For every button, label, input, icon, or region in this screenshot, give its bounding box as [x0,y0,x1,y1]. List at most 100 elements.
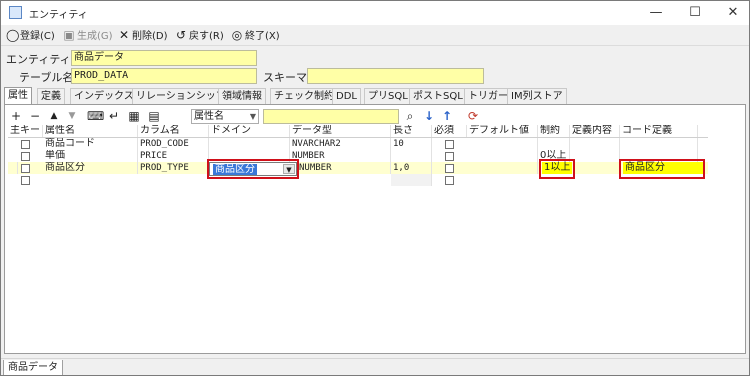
tab-trigger[interactable]: トリガー [464,88,512,104]
definition-cell[interactable] [570,162,620,174]
primary-key-checkbox[interactable] [21,164,30,173]
status-bar: 商品データ [1,358,749,375]
row-indicator [8,162,18,174]
find-next-icon[interactable]: ↓ [422,109,436,123]
enter-icon[interactable]: ↵ [107,109,121,123]
tab-check[interactable]: チェック制約 [270,88,338,104]
field-select[interactable]: 属性名 ▼ [191,109,259,124]
default-cell[interactable] [467,150,538,162]
primary-key-checkbox[interactable] [21,176,30,185]
required-checkbox[interactable] [445,164,454,173]
move-down-icon[interactable]: ▼ [65,109,79,123]
required-checkbox[interactable] [445,176,454,185]
data-type-cell[interactable]: NVARCHAR2 [290,138,391,150]
table-name-input[interactable]: PROD_DATA [71,68,257,84]
grid-view-icon[interactable]: ▦ [127,109,141,123]
field-select-value: 属性名 [194,111,224,122]
generate-icon: ▣ [63,28,75,42]
register-label: 登録(C) [20,31,55,42]
generate-button[interactable]: ▣ 生成(G) [63,27,112,43]
window-title: エンティティ [29,10,88,21]
length-cell[interactable]: 10 [391,138,432,150]
attribute-name-cell[interactable]: 単価 [43,150,138,162]
maximize-button[interactable]: ☐ [678,3,712,23]
move-up-icon[interactable]: ▲ [47,109,61,123]
minimize-button[interactable]: — [639,3,673,23]
tab-definition[interactable]: 定義 [37,88,65,104]
attribute-name-cell[interactable]: 商品コード [43,138,138,150]
definition-cell[interactable] [570,138,620,150]
header-domain[interactable]: ドメイン [209,125,290,137]
table-row[interactable]: 商品コード PROD_CODE NVARCHAR2 10 [8,138,708,150]
register-button[interactable]: ◯登録(C) [6,27,55,43]
attribute-name-cell[interactable]: 商品区分 [43,162,138,174]
required-checkbox[interactable] [445,152,454,161]
tab-ddl[interactable]: DDL [332,88,361,104]
header-constraint[interactable]: 制約 [538,125,570,137]
undo-icon: ↺ [175,28,187,42]
header-data-type[interactable]: データ型 [290,125,391,137]
required-checkbox[interactable] [445,140,454,149]
length-cell[interactable]: 1,0 [391,162,432,174]
header-attribute-name[interactable]: 属性名 [43,125,138,137]
default-cell[interactable] [467,138,538,150]
definition-cell[interactable] [570,150,620,162]
tab-attributes[interactable]: 属性 [4,87,32,105]
annotation-box-constraint [539,159,575,179]
data-type-cell[interactable]: NUMBER [297,162,391,174]
length-cell[interactable] [391,150,432,162]
app-icon [9,6,22,19]
tab-post-sql[interactable]: ポストSQL [409,88,467,104]
data-type-cell[interactable]: NUMBER [290,150,391,162]
add-row-icon[interactable]: + [9,109,23,123]
tab-im-column-store[interactable]: IM列ストア [507,88,567,104]
header-required[interactable]: 必須 [432,125,467,137]
main-toolbar: ◯登録(C) ▣ 生成(G) ✕ 削除(D) ↺ 戻す(R) ◎ 終了(X) [1,25,749,45]
find-binoculars-icon[interactable]: ⌕ [403,109,417,123]
header-primary-key[interactable]: 主キー [8,125,43,137]
table-row[interactable]: 単価 PRICE NUMBER 0以上 [8,150,708,162]
column-name-cell[interactable]: PRICE [138,150,209,162]
column-name-cell[interactable]: PROD_TYPE [138,162,209,174]
tab-pre-sql[interactable]: プリSQL [364,88,412,104]
length-cell[interactable] [391,174,432,186]
header-column-name[interactable]: カラム名 [138,125,209,137]
header-length[interactable]: 長さ [391,125,432,137]
keyboard-icon[interactable]: ⌨ [87,109,104,123]
tab-index[interactable]: インデックス [70,88,138,104]
tab-relationship[interactable]: リレーションシップ [132,88,230,104]
remove-row-icon[interactable]: − [28,109,42,123]
code-definition-cell[interactable] [620,138,698,150]
entity-name-input[interactable]: 商品データ [71,50,257,66]
column-name-cell[interactable]: PROD_CODE [138,138,209,150]
domain-cell[interactable] [209,138,290,150]
header-code-definition[interactable]: コード定義 [620,125,698,137]
table-row-selected[interactable]: 商品区分 PROD_TYPE 商品区分 ▼ NUMBER 1,0 1以上 商品区… [8,162,708,176]
delete-button[interactable]: ✕ 削除(D) [118,27,168,43]
refresh-icon[interactable]: ⟳ [466,109,480,123]
tab-area[interactable]: 領域情報 [218,88,266,104]
header-default[interactable]: デフォルト値 [467,125,538,137]
exit-icon: ◎ [231,28,243,42]
register-icon: ◯ [6,28,20,42]
find-previous-icon[interactable]: ↑ [440,109,454,123]
schema-input[interactable] [307,68,484,84]
exit-button[interactable]: ◎ 終了(X) [231,27,280,43]
constraint-cell[interactable] [538,138,570,150]
search-input[interactable] [263,109,399,124]
attributes-panel: + − ▲ ▼ ⌨ ↵ ▦ ▤ 属性名 ▼ ⌕ ↓ ↑ ⟳ 主キー 属性名 カラ… [4,104,746,354]
back-button[interactable]: ↺ 戻す(R) [175,27,224,43]
close-button[interactable]: ✕ [716,3,749,23]
table-row-new[interactable] [8,174,708,186]
primary-key-checkbox[interactable] [21,152,30,161]
default-cell[interactable] [467,162,538,174]
entity-window: エンティティ — ☐ ✕ ◯登録(C) ▣ 生成(G) ✕ 削除(D) ↺ 戻す(R)… [0,0,750,376]
chevron-down-icon: ▼ [249,112,256,121]
grid-header: 主キー 属性名 カラム名 ドメイン データ型 長さ 必須 デフォルト値 制約 定… [8,125,708,138]
header-definition[interactable]: 定義内容 [570,125,620,137]
primary-key-checkbox[interactable] [21,140,30,149]
list-view-icon[interactable]: ▤ [147,109,161,123]
document-tab[interactable]: 商品データ [3,360,63,375]
exit-label: 終了(X) [245,31,280,42]
table-name-label: テーブル名 [19,71,74,84]
